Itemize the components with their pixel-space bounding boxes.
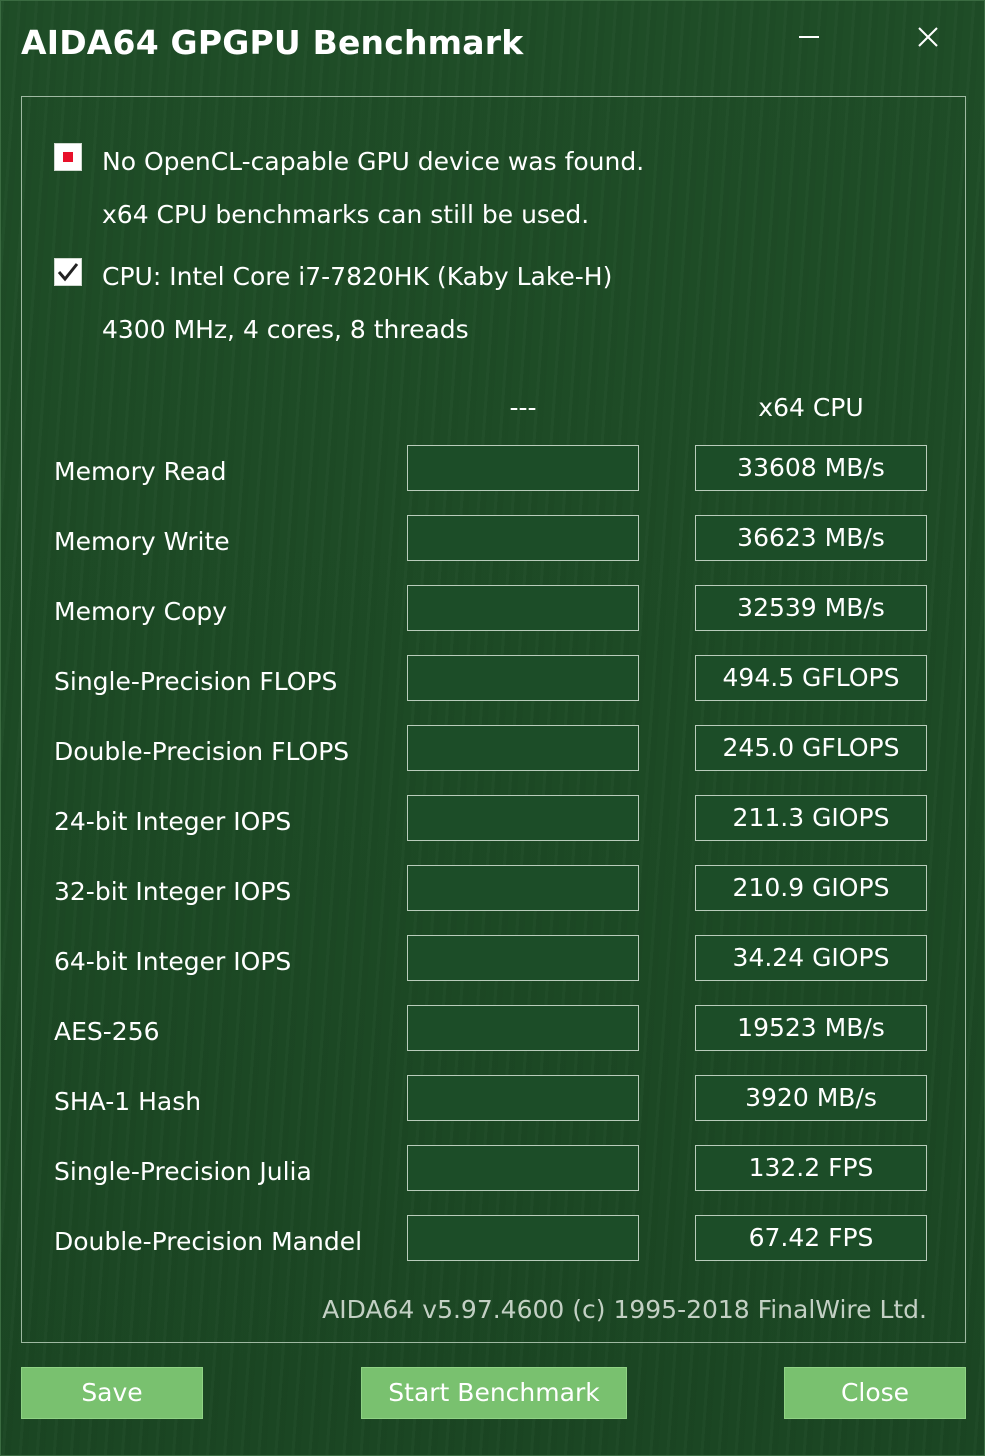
minimize-button[interactable] [784,15,834,59]
row-label: 32-bit Integer IOPS [54,877,292,906]
benchmark-row-memory-copy: Memory Copy 32539 MB/s [22,585,965,655]
close-window-button[interactable] [903,15,953,59]
close-button[interactable]: Close [784,1367,966,1419]
row-label: 64-bit Integer IOPS [54,947,292,976]
gpu-result-box [407,1005,639,1051]
row-label: AES-256 [54,1017,160,1046]
row-label: Double-Precision Mandel [54,1227,363,1256]
error-square [63,152,73,162]
checkmark-icon [54,258,82,286]
benchmark-row-double-precision-flops: Double-Precision FLOPS 245.0 GFLOPS [22,725,965,795]
benchmark-rows: Memory Read 33608 MB/s Memory Write 3662… [22,445,965,1285]
cpu-result-box: 36623 MB/s [695,515,927,561]
gpu-result-box [407,865,639,911]
gpu-result-box [407,1145,639,1191]
row-label: Single-Precision FLOPS [54,667,338,696]
benchmark-row-24bit-integer-iops: 24-bit Integer IOPS 211.3 GIOPS [22,795,965,865]
gpu-result-box [407,1215,639,1261]
save-button[interactable]: Save [21,1367,203,1419]
error-indicator-icon [54,143,82,171]
benchmark-row-single-precision-flops: Single-Precision FLOPS 494.5 GFLOPS [22,655,965,725]
cpu-result-box: 245.0 GFLOPS [695,725,927,771]
row-label: Single-Precision Julia [54,1157,312,1186]
benchmark-window: AIDA64 GPGPU Benchmark No OpenCL-capable… [0,0,985,1456]
benchmark-row-32bit-integer-iops: 32-bit Integer IOPS 210.9 GIOPS [22,865,965,935]
cpu-info-line-1: CPU: Intel Core i7-7820HK (Kaby Lake-H) [102,262,613,291]
gpu-result-box [407,725,639,771]
checkmark-glyph [57,263,79,282]
cpu-result-box: 494.5 GFLOPS [695,655,927,701]
gpu-result-box [407,515,639,561]
benchmark-row-64bit-integer-iops: 64-bit Integer IOPS 34.24 GIOPS [22,935,965,1005]
benchmark-row-single-precision-julia: Single-Precision Julia 132.2 FPS [22,1145,965,1215]
benchmark-row-memory-read: Memory Read 33608 MB/s [22,445,965,515]
gpu-result-box [407,1075,639,1121]
cpu-result-box: 19523 MB/s [695,1005,927,1051]
cpu-result-box: 210.9 GIOPS [695,865,927,911]
gpu-result-box [407,585,639,631]
gpu-result-box [407,655,639,701]
gpu-column-header: --- [509,393,537,422]
row-label: Double-Precision FLOPS [54,737,350,766]
gpu-result-box [407,795,639,841]
version-copyright-note: AIDA64 v5.97.4600 (c) 1995-2018 FinalWir… [322,1295,927,1324]
row-label: Memory Copy [54,597,228,626]
start-benchmark-button[interactable]: Start Benchmark [361,1367,627,1419]
minimize-icon [799,36,819,38]
close-icon [918,27,938,47]
cpu-result-box: 211.3 GIOPS [695,795,927,841]
cpu-column-header: x64 CPU [758,393,864,422]
results-panel: No OpenCL-capable GPU device was found. … [21,96,966,1343]
cpu-result-box: 32539 MB/s [695,585,927,631]
cpu-result-box: 67.42 FPS [695,1215,927,1261]
window-title: AIDA64 GPGPU Benchmark [21,23,524,62]
cpu-info-line-2: 4300 MHz, 4 cores, 8 threads [102,315,469,344]
cpu-result-box: 3920 MB/s [695,1075,927,1121]
gpu-status-line-2: x64 CPU benchmarks can still be used. [102,200,590,229]
row-label: Memory Write [54,527,230,556]
benchmark-row-aes-256: AES-256 19523 MB/s [22,1005,965,1075]
row-label: Memory Read [54,457,227,486]
cpu-result-box: 132.2 FPS [695,1145,927,1191]
row-label: SHA-1 Hash [54,1087,202,1116]
gpu-status-line-1: No OpenCL-capable GPU device was found. [102,147,645,176]
gpu-result-box [407,445,639,491]
cpu-result-box: 34.24 GIOPS [695,935,927,981]
row-label: 24-bit Integer IOPS [54,807,292,836]
benchmark-row-sha1-hash: SHA-1 Hash 3920 MB/s [22,1075,965,1145]
gpu-result-box [407,935,639,981]
benchmark-row-memory-write: Memory Write 36623 MB/s [22,515,965,585]
cpu-result-box: 33608 MB/s [695,445,927,491]
benchmark-row-double-precision-mandel: Double-Precision Mandel 67.42 FPS [22,1215,965,1285]
